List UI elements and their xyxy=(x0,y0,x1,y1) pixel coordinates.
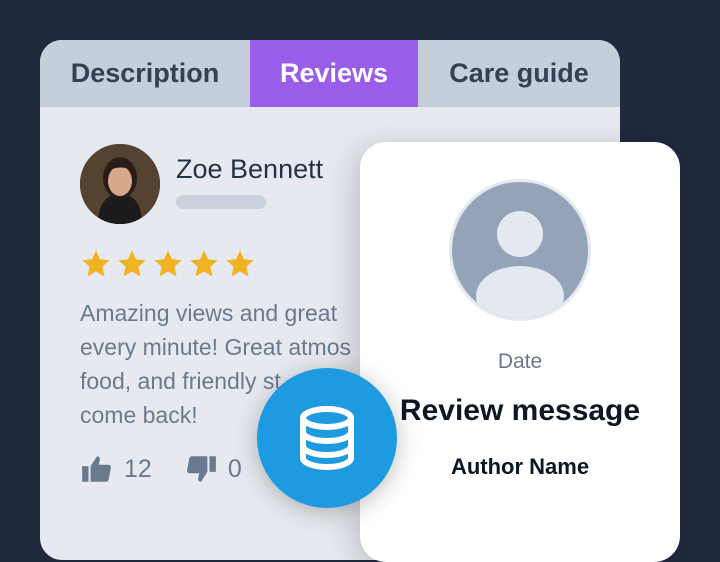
star-rating xyxy=(80,248,256,280)
database-badge xyxy=(257,368,397,508)
vote-bar: 12 0 xyxy=(80,452,242,486)
tab-bar: Description Reviews Care guide xyxy=(40,40,620,107)
thumbs-up-icon[interactable] xyxy=(80,452,114,486)
name-placeholder-pill xyxy=(176,195,266,209)
author-name-label: Author Name xyxy=(450,454,590,479)
tab-care-guide[interactable]: Care guide xyxy=(418,40,620,107)
avatar xyxy=(80,144,160,224)
star-icon xyxy=(226,250,254,277)
dislike-count: 0 xyxy=(227,454,242,483)
reviewer-name: Zoe Bennett xyxy=(176,154,324,184)
star-icon xyxy=(154,250,182,277)
star-icon xyxy=(118,250,146,277)
like-count: 12 xyxy=(124,454,152,483)
thumbs-down-icon[interactable] xyxy=(184,452,218,486)
star-icon xyxy=(82,250,110,277)
star-icon xyxy=(190,250,218,277)
date-label: Date xyxy=(497,350,543,373)
review-message-label: Review message xyxy=(399,394,641,427)
tab-description[interactable]: Description xyxy=(40,40,250,107)
tab-reviews[interactable]: Reviews xyxy=(250,40,418,107)
review-template-card: Date Review message Author Name xyxy=(360,142,680,562)
user-placeholder-icon xyxy=(449,179,591,321)
database-icon xyxy=(300,406,354,471)
